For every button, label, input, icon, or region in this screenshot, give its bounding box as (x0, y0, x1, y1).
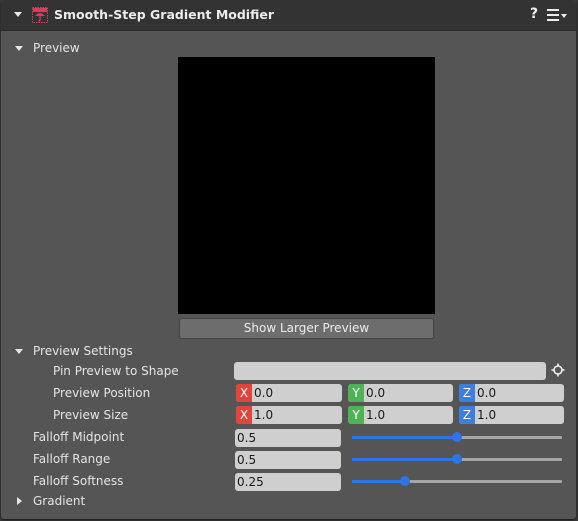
preview-position-y-value: 0.0 (366, 386, 386, 400)
z-axis-tag: Z (459, 406, 475, 424)
falloff-midpoint-slider[interactable] (352, 431, 562, 443)
preview-position-x-field[interactable]: X 0.0 (236, 384, 342, 402)
collapse-component-caret-icon[interactable] (14, 12, 22, 17)
pin-preview-label: Pin Preview to Shape (53, 364, 179, 378)
pin-preview-shape-field[interactable] (234, 362, 546, 380)
preview-position-y-field[interactable]: Y 0.0 (348, 384, 453, 402)
gradient-section-caret-icon[interactable] (17, 497, 22, 505)
preview-size-x-value: 1.0 (254, 408, 274, 422)
slider-thumb[interactable] (452, 454, 462, 464)
falloff-softness-field[interactable]: 0.25 (235, 473, 341, 491)
falloff-softness-slider[interactable] (352, 475, 562, 487)
y-axis-tag: Y (348, 406, 364, 424)
slider-thumb[interactable] (399, 476, 410, 486)
component-title: Smooth-Step Gradient Modifier (54, 7, 274, 22)
falloff-range-label: Falloff Range (33, 452, 111, 466)
component-card: Smooth-Step Gradient Modifier ? Preview … (1, 0, 576, 519)
gradient-section-label[interactable]: Gradient (33, 494, 85, 508)
preview-size-z-value: 1.0 (477, 408, 497, 422)
y-axis-tag: Y (348, 384, 364, 402)
preview-section-caret-icon[interactable] (15, 46, 23, 51)
x-axis-tag: X (236, 406, 252, 424)
slider-fill (352, 480, 405, 483)
preview-size-y-value: 1.0 (366, 408, 386, 422)
preview-settings-caret-icon[interactable] (15, 349, 23, 354)
falloff-range-field[interactable]: 0.5 (235, 451, 341, 469)
falloff-midpoint-label: Falloff Midpoint (33, 430, 125, 444)
show-larger-preview-button[interactable]: Show Larger Preview (179, 318, 434, 339)
preview-position-label: Preview Position (53, 386, 151, 400)
preview-size-label: Preview Size (53, 408, 129, 422)
help-button[interactable]: ? (530, 6, 538, 22)
hamburger-menu-icon[interactable] (547, 9, 569, 23)
preview-position-x-value: 0.0 (254, 386, 274, 400)
preview-section-label[interactable]: Preview (33, 41, 80, 55)
preview-position-z-field[interactable]: Z 0.0 (459, 384, 564, 402)
gradient-preview-image (178, 57, 435, 314)
falloff-midpoint-field[interactable]: 0.5 (235, 429, 341, 447)
slider-fill (352, 436, 457, 439)
preview-size-y-field[interactable]: Y 1.0 (348, 406, 453, 424)
x-axis-tag: X (236, 384, 252, 402)
preview-settings-label[interactable]: Preview Settings (33, 344, 133, 358)
falloff-softness-label: Falloff Softness (33, 474, 124, 488)
component-header: Smooth-Step Gradient Modifier ? (1, 0, 576, 31)
slider-thumb[interactable] (452, 432, 462, 442)
preview-position-z-value: 0.0 (477, 386, 497, 400)
preview-size-x-field[interactable]: X 1.0 (236, 406, 342, 424)
slider-fill (352, 458, 457, 461)
entity-picker-icon[interactable] (551, 363, 565, 377)
z-axis-tag: Z (459, 384, 475, 402)
preview-size-z-field[interactable]: Z 1.0 (459, 406, 564, 424)
falloff-range-slider[interactable] (352, 453, 562, 465)
component-gradient-icon (32, 7, 48, 23)
